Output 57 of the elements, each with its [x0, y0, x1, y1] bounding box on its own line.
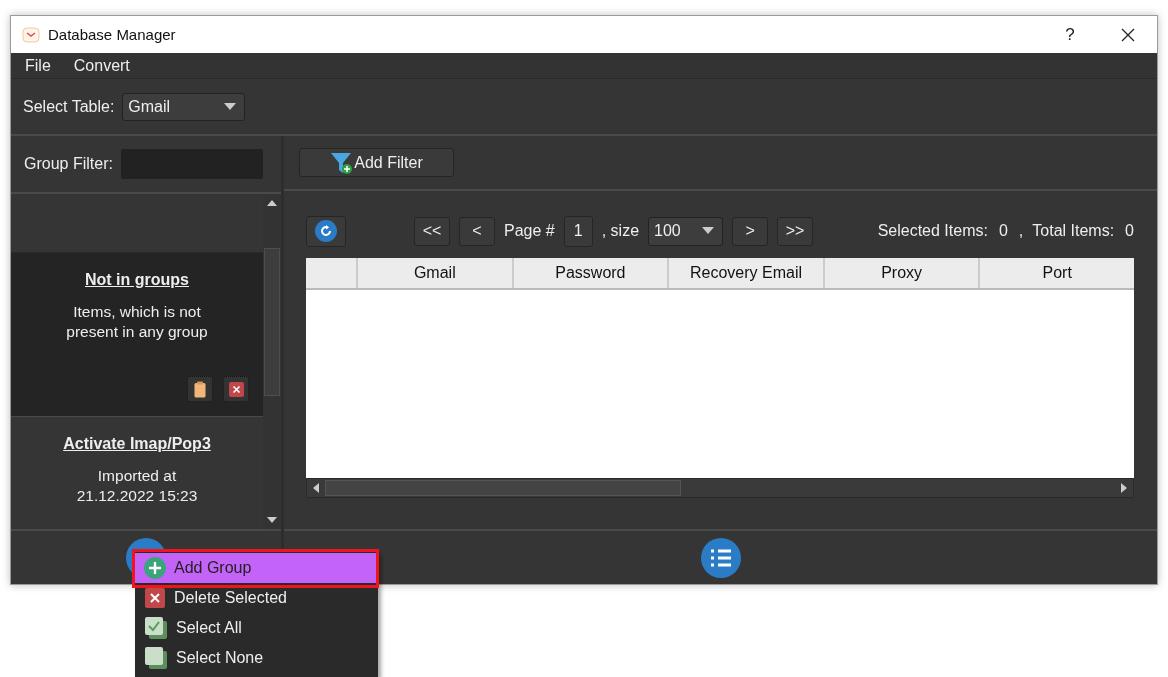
dropdown-arrow-icon: [224, 102, 237, 111]
delete-icon: [144, 587, 166, 609]
list-icon: [708, 547, 733, 568]
delete-icon: [228, 381, 244, 397]
page-number-field[interactable]: 1: [563, 215, 593, 247]
group-filter-label: Group Filter:: [24, 155, 113, 173]
context-menu-item[interactable]: Select None: [135, 643, 378, 673]
scroll-down-icon[interactable]: [267, 517, 277, 523]
group-title[interactable]: Not in groups: [85, 271, 189, 289]
selected-items-label: Selected Items:: [877, 222, 988, 240]
clipboard-icon: [194, 380, 206, 398]
funnel-plus-icon: [330, 150, 355, 175]
group-title[interactable]: Activate Imap/Pop3: [63, 435, 211, 453]
column-header[interactable]: Gmail: [356, 258, 512, 288]
table-dropdown[interactable]: Gmail: [122, 92, 246, 121]
first-page-button[interactable]: <<: [414, 216, 450, 246]
refresh-button[interactable]: [306, 215, 346, 247]
page-label: Page #: [504, 222, 555, 240]
total-items-count: 0: [1125, 222, 1134, 240]
last-page-button[interactable]: >>: [777, 216, 814, 246]
column-header[interactable]: Port: [978, 258, 1134, 288]
checked-boxes-icon: [144, 616, 168, 640]
delete-button[interactable]: [223, 376, 249, 402]
selected-items-count: 0: [998, 222, 1008, 240]
column-header[interactable]: Recovery Email: [667, 258, 823, 288]
total-items-label: Total Items:: [1032, 222, 1115, 240]
context-menu-item[interactable]: Add Group: [135, 553, 378, 583]
context-menu-item[interactable]: Select All: [135, 613, 378, 643]
size-label: , size: [601, 222, 640, 240]
group-description: Items, which is not present in any group: [65, 302, 209, 342]
dropdown-arrow-icon: [702, 227, 715, 235]
column-header[interactable]: Password: [511, 258, 668, 288]
previous-page-button[interactable]: <: [459, 216, 495, 246]
group-description: Imported at 21.12.2022 15:23: [75, 466, 199, 506]
add-filter-button[interactable]: Add Filter: [299, 148, 454, 177]
unchecked-boxes-icon: [144, 646, 168, 670]
refresh-icon: [315, 220, 337, 242]
page-size-dropdown[interactable]: 100: [648, 216, 724, 246]
list-view-button[interactable]: [700, 537, 741, 578]
menu-item[interactable]: File: [11, 56, 60, 75]
context-menu-item[interactable]: Delete Selected: [135, 583, 378, 613]
menu-item[interactable]: Convert: [59, 56, 139, 75]
scroll-right-icon[interactable]: [1121, 483, 1127, 493]
clipboard-button[interactable]: [187, 376, 213, 402]
next-page-button[interactable]: >: [732, 216, 769, 246]
close-icon: [1121, 27, 1135, 42]
help-button[interactable]: ?: [1041, 16, 1099, 53]
mail-icon: [22, 26, 40, 43]
scroll-left-icon[interactable]: [313, 483, 319, 493]
group-card[interactable]: Not in groups Items, which is not present in any group: [11, 253, 263, 417]
window-title: Database Manager: [48, 26, 176, 43]
scroll-up-icon[interactable]: [267, 200, 277, 206]
plus-icon: [144, 557, 166, 579]
select-table-label: Select Table:: [23, 97, 115, 116]
column-header[interactable]: Proxy: [822, 258, 979, 288]
horizontal-scrollbar[interactable]: [306, 478, 1134, 498]
separator-text: ,: [1018, 222, 1024, 240]
